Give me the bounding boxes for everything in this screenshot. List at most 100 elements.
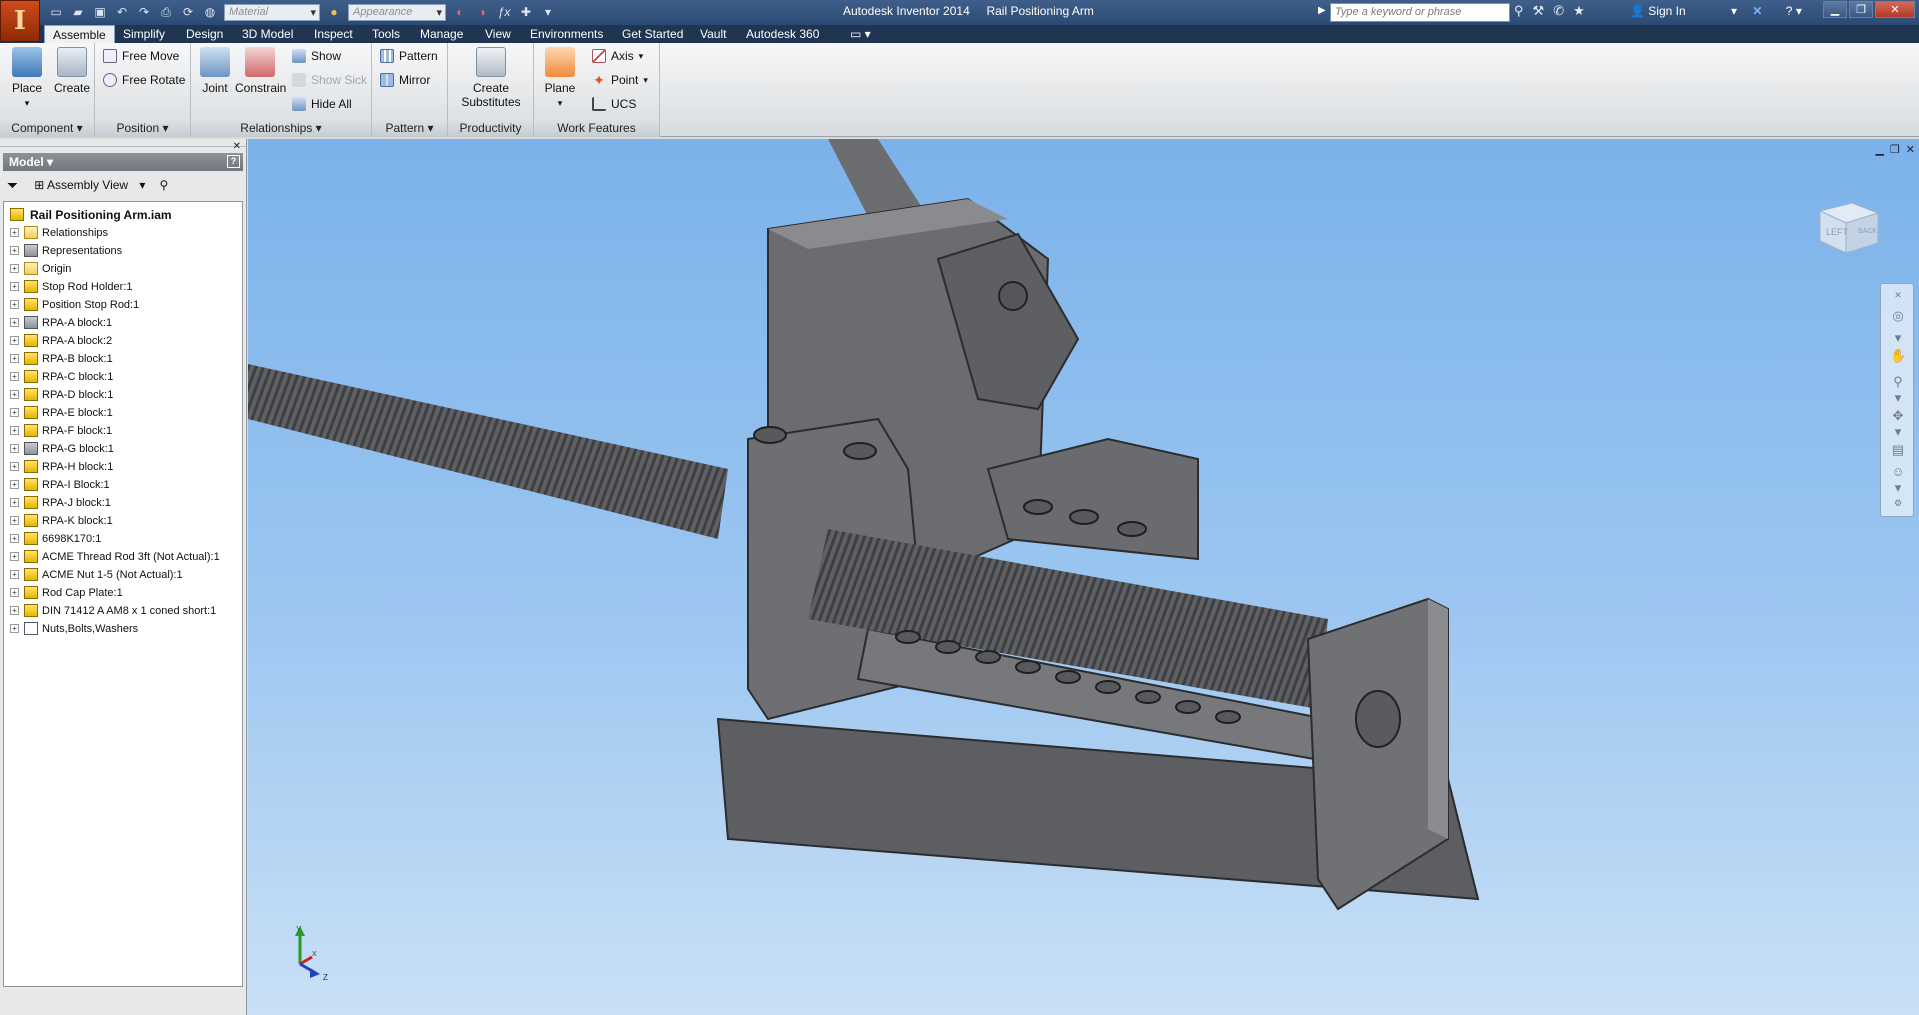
undo-icon[interactable]: ↶ [114,4,130,20]
help-icon[interactable]: ? [1786,4,1793,18]
expand-icon[interactable]: + [10,282,19,291]
tree-item[interactable]: + RPA-E block:1 [4,404,113,421]
help-chevron-down-icon[interactable]: ▾ [1796,4,1802,18]
expand-icon[interactable]: + [10,246,19,255]
tab-3d-model[interactable]: 3D Model [234,25,301,43]
zoom-icon[interactable]: ⚲ [1890,374,1906,390]
new-icon[interactable]: ▭ [48,4,64,20]
show-button[interactable]: Show [292,47,341,65]
expand-icon[interactable]: + [10,354,19,363]
tree-item[interactable]: + RPA-K block:1 [4,512,113,529]
free-rotate-button[interactable]: Free Rotate [103,71,185,89]
bolt[interactable] [1023,499,1053,515]
tab-inspect[interactable]: Inspect [306,25,361,43]
hide-all-button[interactable]: Hide All [292,95,352,113]
parameters-icon[interactable]: ƒx [496,4,512,20]
expand-icon[interactable]: + [10,624,19,633]
viewport-close-icon[interactable]: ✕ [1906,143,1915,156]
navbar-options-icon[interactable]: ⚙ [1890,498,1906,514]
tree-item[interactable]: + Origin [4,260,71,277]
favorites-star-icon[interactable]: ★ [1573,3,1585,19]
expand-icon[interactable]: + [10,444,19,453]
tree-item[interactable]: + DIN 71412 A AM8 x 1 coned short:1 [4,602,216,619]
bolt[interactable] [895,630,921,644]
browser-help-icon[interactable]: ? [227,155,240,168]
expand-icon[interactable]: + [10,570,19,579]
tab-assemble[interactable]: Assemble [44,25,115,43]
update-icon[interactable]: ⟳ [180,4,196,20]
tree-item[interactable]: + Nuts,Bolts,Washers [4,620,138,637]
create-button[interactable]: Create [50,47,94,95]
tab-tools[interactable]: Tools [364,25,408,43]
tree-item[interactable]: + RPA-I Block:1 [4,476,110,493]
expand-icon[interactable]: + [10,336,19,345]
point-button[interactable]: ✦ Point ▾ [592,71,648,89]
tab-design[interactable]: Design [178,25,231,43]
viewcube[interactable]: LEFT BACK [1818,197,1880,255]
open-icon[interactable]: ▰ [70,4,86,20]
application-menu-button[interactable]: I [0,0,40,42]
tree-item[interactable]: + RPA-A block:1 [4,314,112,331]
tab-autodesk-360[interactable]: Autodesk 360 [738,25,827,43]
acme-thread-rod[interactable] [248,364,728,539]
expand-icon[interactable]: + [10,372,19,381]
bolt[interactable] [843,442,877,460]
tree-item[interactable]: + Representations [4,242,122,259]
tree-item[interactable]: + Rod Cap Plate:1 [4,584,123,601]
find-binoculars-icon[interactable]: ⚲ [159,178,168,192]
relationships-panel-label[interactable]: Relationships ▾ [191,120,371,137]
expand-icon[interactable]: + [10,318,19,327]
exchange-icon[interactable]: ✕ [1752,4,1762,18]
bolt[interactable] [1215,710,1241,724]
component-panel-label[interactable]: Component ▾ [0,120,94,137]
steering-wheel-chevron-down-icon[interactable]: ▾ [1890,330,1906,346]
bolt[interactable] [1117,521,1147,537]
axis-button[interactable]: Axis ▾ [592,47,643,65]
ribbon-display-toggle[interactable]: ▭ ▾ [842,25,879,43]
expand-icon[interactable]: + [10,606,19,615]
orbit-icon[interactable]: ✥ [1890,408,1906,424]
expand-icon[interactable]: + [10,534,19,543]
appearance-dropdown[interactable]: Appearance [348,3,446,21]
look-at-icon[interactable]: ▤ [1890,442,1906,458]
expand-icon[interactable]: + [10,264,19,273]
tree-item[interactable]: + ACME Thread Rod 3ft (Not Actual):1 [4,548,220,565]
tab-get-started[interactable]: Get Started [614,25,691,43]
tree-item[interactable]: + Position Stop Rod:1 [4,296,139,313]
add-icon[interactable]: ✚ [518,4,534,20]
bolt[interactable] [1095,680,1121,694]
bolt[interactable] [1069,509,1099,525]
expand-icon[interactable]: + [10,390,19,399]
stop-rod-set-screw[interactable] [998,281,1028,311]
assembly-view-dropdown[interactable]: ⊞ Assembly View ▾ [34,178,145,192]
bolt[interactable] [1175,700,1201,714]
filter-icon[interactable]: ⏷ [7,177,18,194]
tree-item[interactable]: +6698K170:1 [4,530,101,547]
orbit-chevron-down-icon[interactable]: ▾ [1890,424,1906,440]
tab-view[interactable]: View [477,25,519,43]
expand-icon[interactable]: + [10,516,19,525]
steering-wheel-icon[interactable]: ◎ [1890,308,1906,324]
search-expand-icon[interactable]: ▶ [1318,5,1326,16]
minimize-button[interactable]: ▁ [1823,1,1847,18]
tree-item[interactable]: + RPA-D block:1 [4,386,113,403]
expand-icon[interactable]: + [10,408,19,417]
viewport-restore-icon[interactable]: ❐ [1890,143,1900,156]
tab-vault[interactable]: Vault [692,25,734,43]
tree-item[interactable]: + Relationships [4,224,108,241]
viewport-minimize-icon[interactable]: ▁ [1875,143,1883,156]
expand-icon[interactable]: + [10,300,19,309]
bolt[interactable] [1135,690,1161,704]
bolt[interactable] [1015,660,1041,674]
clear-appearance-icon[interactable]: ◑ [474,4,490,20]
sign-in-button[interactable]: 👤 Sign In ▾ ✕ ? ▾ [1630,4,1802,18]
tree-item[interactable]: + RPA-C block:1 [4,368,113,385]
print-icon[interactable]: ⎙ [158,4,174,20]
expand-icon[interactable]: + [10,462,19,471]
tree-item[interactable]: + ACME Nut 1-5 (Not Actual):1 [4,566,183,583]
tree-item[interactable]: + RPA-J block:1 [4,494,111,511]
assembly-model-render[interactable] [248,139,1919,1015]
pan-hand-icon[interactable]: ✋ [1890,348,1906,364]
close-button[interactable]: ✕ [1875,1,1915,18]
position-panel-label[interactable]: Position ▾ [95,120,190,137]
